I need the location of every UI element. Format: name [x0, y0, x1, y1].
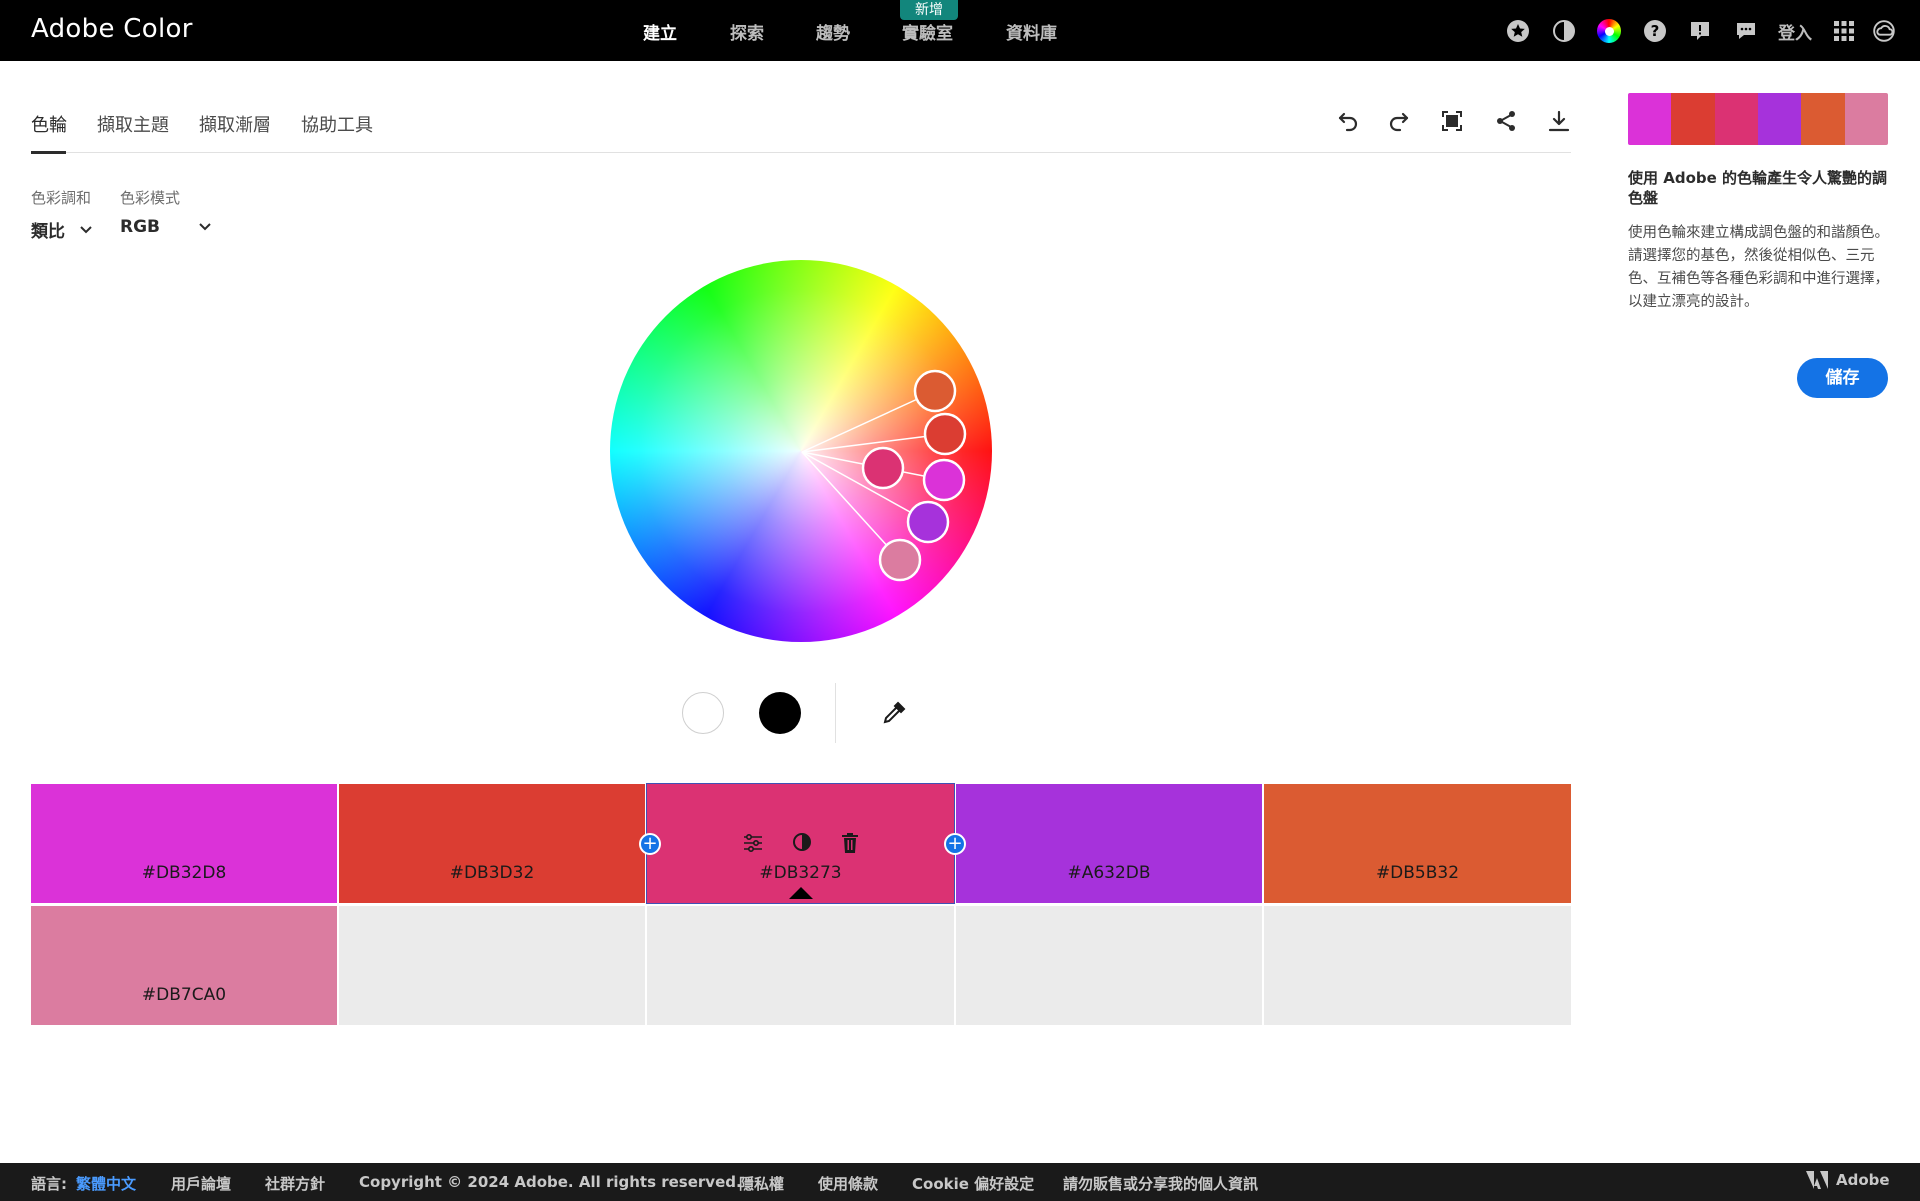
mini-swatch — [1714, 93, 1758, 145]
color-wheel[interactable] — [610, 260, 992, 642]
chevron-down-icon — [80, 225, 92, 233]
empty-swatch-slot — [339, 906, 645, 1025]
nav-explore[interactable]: 探索 — [730, 19, 764, 44]
add-swatch-left-button[interactable]: + — [639, 833, 661, 855]
tab-extract-gradient[interactable]: 擷取漸層 — [199, 111, 271, 137]
adobe-brand: Adobe — [1806, 1171, 1890, 1189]
tab-divider — [31, 152, 1571, 153]
swatch-hex-label[interactable]: #DB3D32 — [450, 863, 535, 883]
save-button[interactable]: 儲存 — [1797, 358, 1888, 398]
swatch-tools — [647, 832, 954, 854]
wheel-color-marker[interactable] — [913, 369, 957, 413]
mini-swatch — [1757, 93, 1802, 145]
feedback-icon[interactable] — [1686, 17, 1714, 45]
add-swatch-right-button[interactable]: + — [944, 833, 966, 855]
palette-swatch[interactable]: #DB3273 — [646, 783, 955, 904]
help-icon[interactable]: ? — [1641, 17, 1669, 45]
color-wheel-icon[interactable] — [1595, 17, 1623, 45]
footer-link-do-not-sell[interactable]: 請勿販售或分享我的個人資訊 — [1063, 1173, 1258, 1194]
swatch-divider — [835, 683, 836, 743]
undo-icon[interactable] — [1333, 106, 1363, 136]
wheel-color-marker[interactable] — [906, 500, 950, 544]
mini-swatch — [1844, 93, 1888, 145]
trash-icon[interactable] — [840, 832, 860, 854]
eyedropper-icon[interactable] — [879, 698, 909, 728]
nav-create[interactable]: 建立 — [643, 19, 677, 44]
selected-swatch-caret — [789, 887, 813, 899]
nav-trends[interactable]: 趨勢 — [816, 19, 850, 44]
swatch-hex-label[interactable]: #A632DB — [1067, 863, 1150, 883]
download-icon[interactable] — [1544, 106, 1574, 136]
wheel-color-marker[interactable] — [878, 538, 922, 582]
creative-cloud-icon[interactable] — [1870, 17, 1898, 45]
mini-swatch — [1671, 93, 1715, 145]
mini-palette-preview — [1628, 93, 1888, 145]
mode-value: RGB — [120, 217, 161, 237]
top-nav: Adobe Color 建立 探索 趨勢 新增 實驗室 資料庫 ? 登入 — [0, 0, 1920, 61]
redo-icon[interactable] — [1384, 106, 1414, 136]
harmony-label: 色彩調和 — [31, 189, 92, 207]
signin-link[interactable]: 登入 — [1778, 19, 1812, 44]
black-swatch-button[interactable] — [759, 692, 801, 734]
swatch-hex-label[interactable]: #DB7CA0 — [142, 985, 226, 1005]
empty-swatch-slot — [647, 906, 954, 1025]
empty-swatch-slot — [1264, 906, 1571, 1025]
palette-swatch[interactable]: #DB7CA0 — [31, 906, 337, 1025]
language-label: 語言: — [31, 1175, 67, 1193]
harmony-dropdown[interactable]: 類比 — [31, 217, 93, 242]
footer-brand: Adobe — [1836, 1171, 1890, 1189]
swatch-hex-label[interactable]: #DB5B32 — [1376, 863, 1459, 883]
panel-description: 使用色輪來建立構成調色盤的和諧顏色。請選擇您的基色，然後從相似色、三元色、互補色… — [1628, 225, 1889, 310]
share-icon[interactable] — [1491, 106, 1521, 136]
contrast-icon[interactable] — [1550, 17, 1578, 45]
footer-link-forums[interactable]: 用戶論壇 — [171, 1173, 231, 1194]
app-title[interactable]: Adobe Color — [31, 14, 193, 44]
wheel-color-marker[interactable] — [922, 458, 966, 502]
footer-link-privacy[interactable]: 隱私權 — [739, 1173, 784, 1194]
mini-swatch — [1801, 93, 1845, 145]
svg-text:?: ? — [1651, 22, 1660, 40]
tab-color-wheel[interactable]: 色輪 — [31, 111, 67, 137]
swatch-hex-label[interactable]: #DB3273 — [759, 863, 841, 883]
wheel-color-marker[interactable] — [861, 446, 905, 490]
star-icon[interactable] — [1504, 17, 1532, 45]
language-selector[interactable]: 繁體中文 — [76, 1173, 136, 1194]
empty-swatch-slot — [956, 906, 1262, 1025]
harmony-value: 類比 — [31, 222, 65, 242]
tab-accessibility-tools[interactable]: 協助工具 — [301, 111, 373, 137]
mode-dropdown[interactable]: RGB — [120, 217, 212, 237]
chat-icon[interactable] — [1732, 17, 1760, 45]
mode-label: 色彩模式 — [120, 189, 181, 207]
nav-labs[interactable]: 實驗室 — [902, 19, 953, 44]
apps-grid-icon[interactable] — [1830, 17, 1858, 45]
footer-link-terms[interactable]: 使用條款 — [818, 1173, 878, 1194]
footer-link-community-guidelines[interactable]: 社群方針 — [265, 1173, 325, 1194]
mini-swatch — [1628, 93, 1672, 145]
contrast-half-icon[interactable] — [792, 832, 812, 852]
swatch-hex-label[interactable]: #DB32D8 — [142, 863, 227, 883]
footer-copyright: Copyright © 2024 Adobe. All rights reser… — [359, 1173, 742, 1191]
footer-link-cookie-preferences[interactable]: Cookie 偏好設定 — [912, 1173, 1034, 1194]
wheel-color-marker[interactable] — [923, 412, 967, 456]
nav-library[interactable]: 資料庫 — [1006, 19, 1057, 44]
chevron-down-icon — [199, 223, 211, 231]
fullscreen-icon[interactable] — [1437, 106, 1467, 136]
panel-title: 使用 Adobe 的色輪產生令人驚艷的調色盤 — [1628, 169, 1888, 207]
adobe-logo-icon — [1806, 1171, 1828, 1189]
footer: 語言: 繁體中文 用戶論壇 社群方針 Copyright © 2024 Adob… — [0, 1163, 1920, 1201]
palette-swatch[interactable]: #A632DB — [956, 784, 1262, 903]
new-badge: 新增 — [900, 0, 958, 20]
tab-extract-theme[interactable]: 擷取主題 — [97, 111, 169, 137]
palette-swatch[interactable]: #DB5B32 — [1264, 784, 1571, 903]
active-tab-indicator — [31, 151, 66, 154]
wheel-markers — [801, 369, 967, 582]
palette-swatch[interactable]: #DB3D32 — [339, 784, 645, 903]
palette-swatch[interactable]: #DB32D8 — [31, 784, 337, 903]
adjust-sliders-icon[interactable] — [742, 832, 764, 854]
white-swatch-button[interactable] — [682, 692, 724, 734]
